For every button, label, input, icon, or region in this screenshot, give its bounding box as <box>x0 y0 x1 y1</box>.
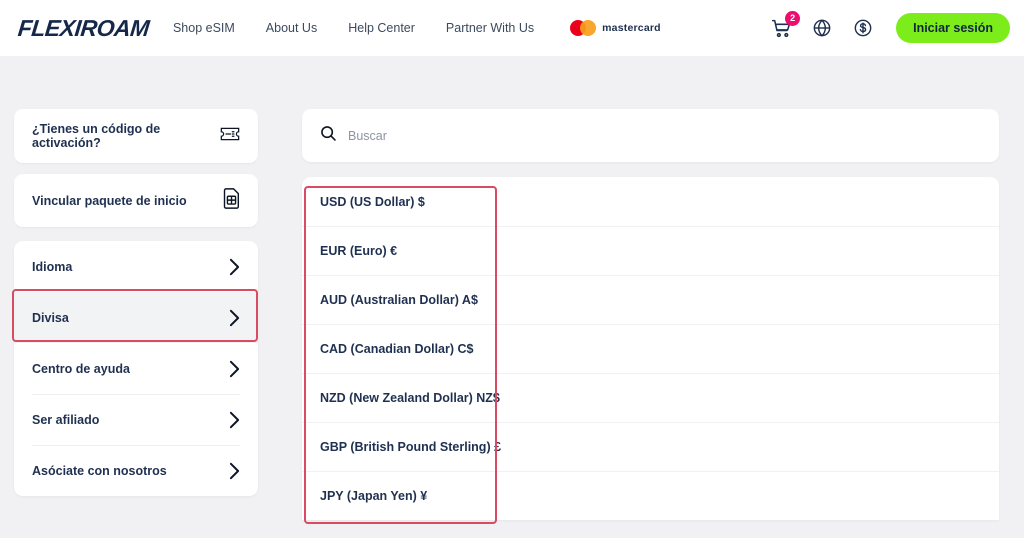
page-root: FLEXIROAM Shop eSIM About Us Help Center… <box>0 0 1024 538</box>
shopping-cart-icon[interactable]: 2 <box>769 11 801 40</box>
sim-card-icon <box>223 187 240 214</box>
globe-icon[interactable] <box>810 16 834 40</box>
chevron-right-icon <box>229 309 240 327</box>
currency-option-gbp[interactable]: GBP (British Pound Sterling) £ <box>302 422 999 471</box>
currency-label: USD (US Dollar) $ <box>320 194 425 209</box>
dollar-circle-icon[interactable] <box>851 16 875 40</box>
mastercard-logo: mastercard <box>570 20 661 36</box>
site-header: FLEXIROAM Shop eSIM About Us Help Center… <box>0 0 1024 56</box>
sidebar-menu: Idioma Divisa Centro de ayuda Ser afilia… <box>14 241 258 496</box>
mastercard-circles-icon <box>570 20 597 36</box>
sidebar-item-label: Centro de ayuda <box>32 361 130 376</box>
sidebar-item-centro-de-ayuda[interactable]: Centro de ayuda <box>14 343 258 394</box>
sidebar-item-divisa[interactable]: Divisa <box>14 292 258 343</box>
sidebar-item-label: Divisa <box>32 310 69 325</box>
main-nav: Shop eSIM About Us Help Center Partner W… <box>173 21 534 35</box>
currency-option-eur[interactable]: EUR (Euro) € <box>302 226 999 275</box>
currency-option-aud[interactable]: AUD (Australian Dollar) A$ <box>302 275 999 324</box>
header-actions: 2 Iniciar sesión <box>769 0 1010 56</box>
cart-count-badge: 2 <box>785 11 801 26</box>
currency-list: USD (US Dollar) $ EUR (Euro) € AUD (Aust… <box>302 177 999 520</box>
promo-label: Vincular paquete de inicio <box>32 193 187 208</box>
main-panel: USD (US Dollar) $ EUR (Euro) € AUD (Aust… <box>302 109 999 520</box>
logo[interactable]: FLEXIROAM <box>16 13 151 43</box>
mastercard-label: mastercard <box>602 22 661 34</box>
currency-label: NZD (New Zealand Dollar) NZ$ <box>320 390 500 405</box>
promo-label: ¿Tienes un código de activación? <box>32 122 161 150</box>
chevron-right-icon <box>229 360 240 378</box>
currency-option-nzd[interactable]: NZD (New Zealand Dollar) NZ$ <box>302 373 999 422</box>
currency-label: EUR (Euro) € <box>320 243 398 258</box>
sidebar-item-label: Ser afiliado <box>32 412 100 427</box>
sidebar-item-label: Idioma <box>32 259 73 274</box>
nav-item-help-center[interactable]: Help Center <box>348 21 415 35</box>
voucher-ticket-icon <box>220 126 240 147</box>
logo-text: FLEXIROAM <box>16 14 151 41</box>
chevron-right-icon <box>229 258 240 276</box>
nav-item-shop-esim[interactable]: Shop eSIM <box>173 21 235 35</box>
chevron-right-icon <box>229 462 240 480</box>
sidebar-item-asociate-con-nosotros[interactable]: Asóciate con nosotros <box>14 445 258 496</box>
chevron-right-icon <box>229 411 240 429</box>
search-input[interactable] <box>348 128 748 143</box>
currency-label: AUD (Australian Dollar) A$ <box>320 292 478 307</box>
page-content: ¿Tienes un código de activación? Vincula… <box>0 56 1024 538</box>
sidebar-item-ser-afiliado[interactable]: Ser afiliado <box>14 394 258 445</box>
sidebar-promo-activation-code[interactable]: ¿Tienes un código de activación? <box>14 109 258 163</box>
sidebar: ¿Tienes un código de activación? Vincula… <box>14 109 258 496</box>
currency-label: GBP (British Pound Sterling) £ <box>320 439 502 454</box>
sidebar-promo-link-starter-pack[interactable]: Vincular paquete de inicio <box>14 174 258 227</box>
currency-label: CAD (Canadian Dollar) C$ <box>320 341 474 356</box>
currency-label: JPY (Japan Yen) ¥ <box>320 488 428 503</box>
nav-item-partner-with-us[interactable]: Partner With Us <box>446 21 534 35</box>
currency-option-cad[interactable]: CAD (Canadian Dollar) C$ <box>302 324 999 373</box>
search-bar[interactable] <box>302 109 999 162</box>
nav-item-about-us[interactable]: About Us <box>266 21 317 35</box>
search-icon <box>320 125 337 147</box>
currency-option-usd[interactable]: USD (US Dollar) $ <box>302 177 999 226</box>
currency-option-jpy[interactable]: JPY (Japan Yen) ¥ <box>302 471 999 520</box>
sidebar-item-idioma[interactable]: Idioma <box>14 241 258 292</box>
sidebar-item-label: Asóciate con nosotros <box>32 463 167 478</box>
login-button[interactable]: Iniciar sesión <box>896 13 1010 43</box>
